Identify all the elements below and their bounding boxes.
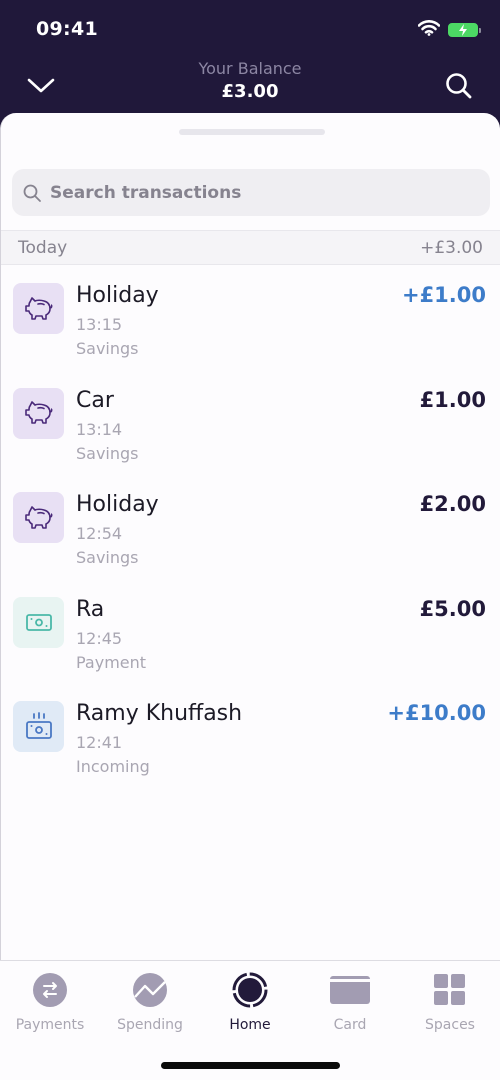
transaction-amount: £5.00 [419,596,486,621]
incoming-money-icon [13,701,64,752]
section-total: +£3.00 [420,237,483,258]
transaction-category: Incoming [76,757,150,776]
balance-header: Your Balance £3.00 [0,55,500,113]
piggy-bank-icon [13,387,64,439]
piggy-bank-icon [13,492,64,543]
transactions-sheet: Today +£3.00 Holiday 13:15 Savings +£1.0… [0,113,500,963]
tab-label: Payments [15,1017,85,1033]
transaction-time: 13:15 [76,315,123,334]
transaction-category: Savings [76,548,139,567]
balance-label: Your Balance [198,59,302,78]
transaction-row[interactable]: Ra 12:45 Payment £5.00 [1,587,500,692]
battery-charging-icon [448,23,481,37]
tab-label: Home [229,1017,271,1033]
tab-label: Spaces [425,1017,475,1033]
transaction-category: Payment [76,652,147,672]
spending-chart-icon [100,971,200,1009]
status-bar: 09:41 [0,0,500,55]
tab-card[interactable]: Card [300,971,400,1041]
spaces-grid-icon [400,971,500,1009]
transaction-row[interactable]: Ramy Khuffash 12:41 Incoming +£10.00 [1,691,500,796]
tab-spending[interactable]: Spending [100,971,200,1041]
transaction-time: 13:14 [76,419,123,439]
status-time: 09:41 [36,18,98,40]
transfer-icon [0,971,100,1009]
transaction-category: Savings [76,443,139,463]
wifi-icon [417,20,441,40]
section-header-today: Today +£3.00 [1,230,500,265]
piggy-bank-icon [13,283,64,334]
transaction-amount: +£10.00 [387,701,486,725]
search-icon[interactable] [444,71,474,101]
transaction-name: Ramy Khuffash [76,701,243,726]
search-icon [23,184,41,202]
transaction-time: 12:41 [76,733,123,752]
section-label: Today [18,237,68,258]
tab-home[interactable]: Home [200,971,300,1041]
transaction-row[interactable]: Car 13:14 Savings £1.00 [1,378,500,483]
search-input[interactable] [50,182,470,203]
sheet-grabber[interactable] [179,129,325,135]
home-indicator[interactable] [161,1062,340,1069]
status-icons [417,20,481,40]
search-field[interactable] [12,169,490,216]
card-icon [300,971,400,1009]
transaction-name: Holiday [76,492,159,517]
transaction-name: Ra [76,596,105,622]
tab-spaces[interactable]: Spaces [400,971,500,1041]
transaction-amount: £2.00 [419,492,486,516]
transaction-amount: +£1.00 [401,283,486,307]
transaction-row[interactable]: Holiday 13:15 Savings +£1.00 [1,273,500,378]
tab-payments[interactable]: Payments [0,971,100,1041]
transaction-category: Savings [76,339,139,358]
transaction-time: 12:54 [76,524,123,543]
balance-value: £3.00 [221,81,279,102]
home-ring-icon [200,971,300,1009]
transaction-row[interactable]: Holiday 12:54 Savings £2.00 [1,482,500,587]
tab-label: Card [333,1017,367,1033]
transaction-name: Car [76,387,114,413]
tab-label: Spending [117,1017,183,1033]
transaction-amount: £1.00 [419,387,486,412]
transaction-time: 12:45 [76,628,123,648]
banknote-icon [13,596,64,648]
transaction-name: Holiday [76,283,159,308]
transaction-list: Holiday 13:15 Savings +£1.00 Car 13:14 S… [1,273,500,796]
